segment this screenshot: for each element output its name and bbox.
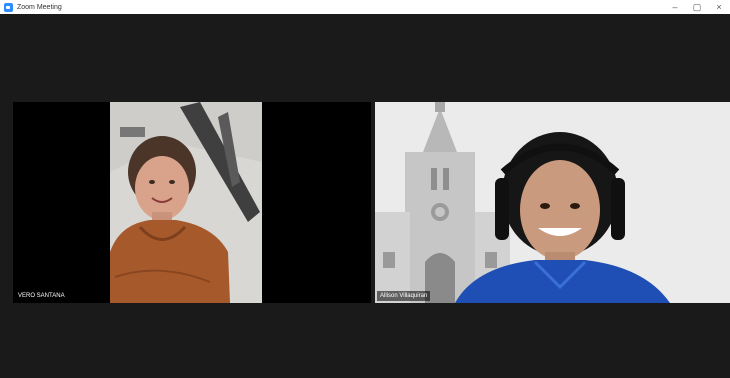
window-title: Zoom Meeting <box>17 3 62 11</box>
participant-name-label: VERO SANTANA <box>15 291 68 301</box>
title-bar: Zoom Meeting – ▢ × <box>0 0 730 14</box>
participant-tile-allison[interactable]: Allison Villaquiran <box>375 102 730 303</box>
zoom-logo-icon <box>4 2 13 12</box>
participant-video-vero <box>110 102 262 303</box>
minimize-button[interactable]: – <box>664 0 686 14</box>
meeting-gallery: VERO SANTANA Allison Villaquiran <box>0 14 730 378</box>
participant-name-label: Allison Villaquiran <box>377 291 431 301</box>
participant-tile-vero[interactable]: VERO SANTANA <box>13 102 371 303</box>
participant-video-allison <box>375 102 730 303</box>
window-controls: – ▢ × <box>664 0 730 14</box>
maximize-button[interactable]: ▢ <box>686 0 708 14</box>
close-button[interactable]: × <box>708 0 730 14</box>
